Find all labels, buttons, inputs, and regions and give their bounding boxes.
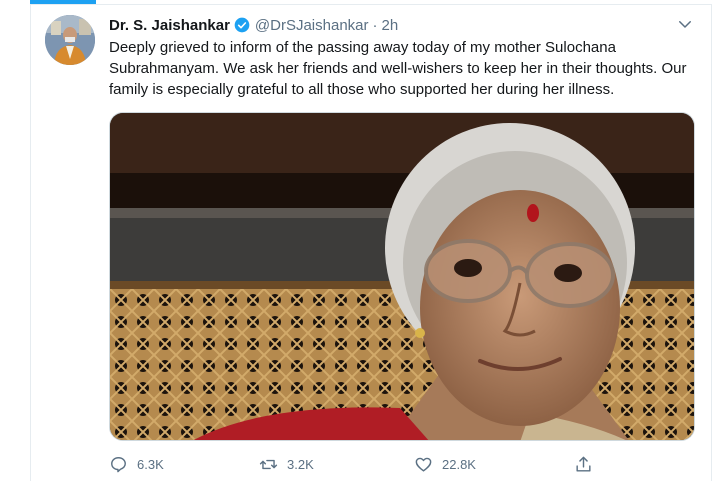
share-icon <box>576 456 591 472</box>
avatar[interactable] <box>45 15 95 65</box>
share-button[interactable] <box>574 452 602 476</box>
portrait-photo-icon <box>110 113 694 440</box>
reply-button[interactable]: 6.3K <box>109 452 164 476</box>
heart-icon <box>415 457 432 472</box>
retweet-count: 3.2K <box>287 456 314 472</box>
retweet-icon <box>259 459 278 469</box>
tweet-text: Deeply grieved to inform of the passing … <box>109 39 687 98</box>
timestamp[interactable]: 2h <box>382 17 399 34</box>
tweet-photo[interactable] <box>109 112 695 441</box>
author-name[interactable]: Dr. S. Jaishankar <box>109 17 230 34</box>
reply-count: 6.3K <box>137 456 164 472</box>
tweet-actions: 6.3K 3.2K 22.8K <box>109 452 699 476</box>
retweet-button[interactable]: 3.2K <box>259 452 314 476</box>
separator: · <box>372 16 378 34</box>
like-count: 22.8K <box>442 456 476 472</box>
chevron-down-icon[interactable] <box>676 15 694 33</box>
author-handle[interactable]: @DrSJaishankar <box>255 17 369 34</box>
tweet-header: Dr. S. Jaishankar @DrSJaishankar · 2h <box>109 14 398 36</box>
avatar-image <box>45 15 95 65</box>
verified-badge-icon <box>234 17 250 33</box>
reply-icon <box>111 456 126 472</box>
like-button[interactable]: 22.8K <box>414 452 476 476</box>
